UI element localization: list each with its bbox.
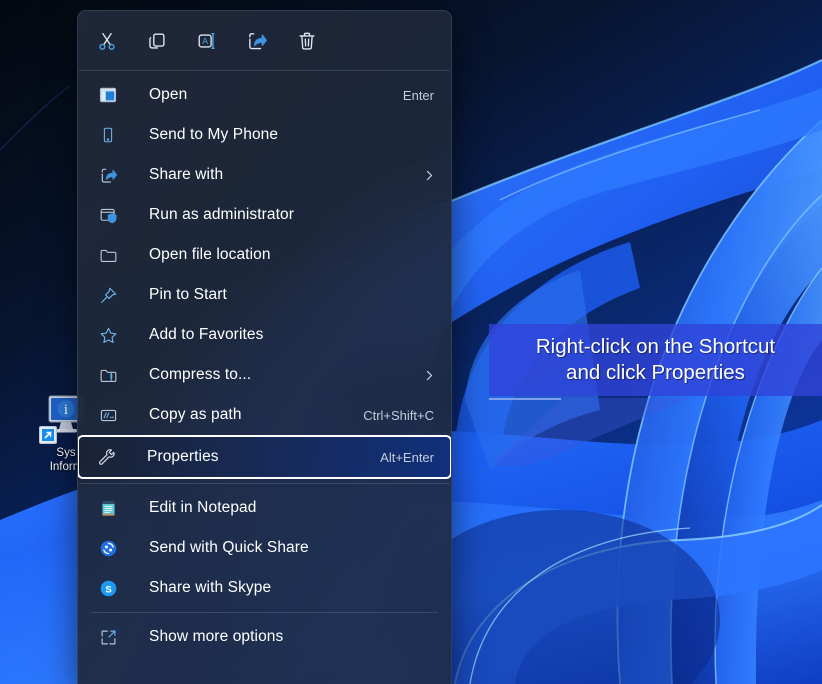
menu-item-label: Open: [149, 86, 188, 103]
callout-underline: [489, 398, 561, 400]
open-window-icon: [97, 84, 119, 106]
menu-item-label: Open file location: [149, 246, 271, 263]
instruction-callout: Right-click on the Shortcut and click Pr…: [489, 324, 822, 396]
menu-item-add-to-favorites[interactable]: Add to Favorites: [79, 315, 450, 355]
copy-icon[interactable]: [142, 26, 171, 55]
menu-item-label: Run as administrator: [149, 206, 295, 223]
svg-text:i: i: [64, 402, 68, 418]
scissors-icon[interactable]: [92, 26, 121, 55]
menu-item-accelerator: Ctrl+Shift+C: [363, 407, 434, 423]
rename-icon[interactable]: A: [192, 26, 221, 55]
menu-item-properties[interactable]: Properties Alt+Enter: [78, 435, 451, 479]
menu-item-label: Send to My Phone: [149, 126, 279, 143]
copy-path-icon: [97, 404, 119, 426]
menu-item-label: Share with Skype: [149, 579, 272, 596]
show-more-icon: [97, 626, 119, 648]
compress-zip-icon: [97, 364, 119, 386]
context-menu-group-3: Show more options: [78, 613, 451, 661]
menu-item-send-with-quick-share[interactable]: Send with Quick Share: [79, 528, 450, 568]
shortcut-arrow-icon: [39, 426, 57, 444]
context-menu-group-1: Open Enter Send to My Phone Share with R…: [78, 71, 451, 483]
notepad-icon: [97, 497, 119, 519]
menu-item-copy-as-path[interactable]: Copy as path Ctrl+Shift+C: [79, 395, 450, 435]
menu-item-share-with-skype[interactable]: S Share with Skype: [79, 568, 450, 608]
menu-item-label: Edit in Notepad: [149, 499, 257, 516]
pin-icon: [97, 284, 119, 306]
menu-item-label: Copy as path: [149, 406, 242, 423]
menu-item-pin-to-start[interactable]: Pin to Start: [79, 275, 450, 315]
callout-tail: [489, 398, 689, 466]
context-menu-toolbar: A: [78, 11, 451, 70]
quickshare-icon: [97, 537, 119, 559]
menu-item-label: Properties: [147, 448, 219, 465]
callout-line-1: Right-click on the Shortcut: [535, 335, 776, 358]
menu-item-accelerator: Enter: [402, 87, 434, 103]
menu-item-send-to-my-phone[interactable]: Send to My Phone: [79, 115, 450, 155]
menu-item-open-file-location[interactable]: Open file location: [79, 235, 450, 275]
menu-item-label: Compress to...: [149, 366, 252, 383]
menu-item-label: Send with Quick Share: [149, 539, 309, 556]
skype-icon: S: [97, 577, 119, 599]
menu-item-edit-in-notepad[interactable]: Edit in Notepad: [79, 488, 450, 528]
menu-item-label: Share with: [149, 166, 224, 183]
star-icon: [97, 324, 119, 346]
wrench-icon: [95, 446, 117, 468]
menu-item-compress-to[interactable]: Compress to...: [79, 355, 450, 395]
share-icon[interactable]: [242, 26, 271, 55]
chevron-right-icon: [423, 169, 436, 182]
context-menu-group-2: Edit in Notepad Send with Quick Share S …: [78, 484, 451, 612]
folder-icon: [97, 244, 119, 266]
trash-icon[interactable]: [292, 26, 321, 55]
svg-text:S: S: [105, 584, 111, 595]
menu-item-show-more-options[interactable]: Show more options: [79, 617, 450, 657]
menu-item-label: Pin to Start: [149, 286, 227, 303]
shield-window-icon: [97, 204, 119, 226]
share-arrow-icon: [97, 164, 119, 186]
menu-item-open[interactable]: Open Enter: [79, 75, 450, 115]
menu-item-label: Show more options: [149, 628, 284, 645]
phone-icon: [97, 124, 119, 146]
menu-item-accelerator: Alt+Enter: [380, 449, 434, 465]
menu-item-share-with[interactable]: Share with: [79, 155, 450, 195]
context-menu[interactable]: A Open Enter Send to My Phone Share with…: [77, 10, 452, 684]
svg-text:A: A: [202, 36, 208, 46]
chevron-right-icon: [423, 369, 436, 382]
menu-item-label: Add to Favorites: [149, 326, 264, 343]
callout-line-2: and click Properties: [566, 361, 745, 384]
menu-item-run-as-administrator[interactable]: Run as administrator: [79, 195, 450, 235]
